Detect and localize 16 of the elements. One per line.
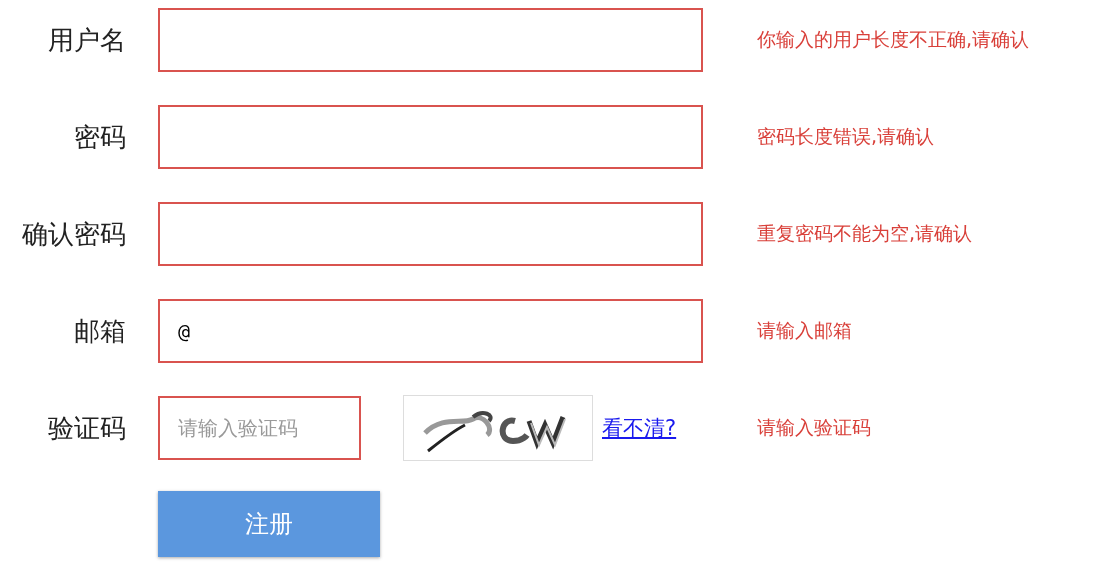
input-field[interactable] [158,105,703,169]
field-label: 邮箱 [73,314,126,348]
field-label: 验证码 [47,411,126,445]
input-field[interactable]: 请输入验证码 [158,396,361,460]
field-label: 密码 [73,120,126,154]
error-message: 请输入邮箱 [757,318,852,343]
error-message: 密码长度错误,请确认 [757,124,935,149]
field-label: 用户名 [47,23,126,57]
input-field[interactable]: @ [158,299,703,363]
error-message: 请输入验证码 [757,415,871,440]
input-field[interactable] [158,202,703,266]
error-message: 重复密码不能为空,请确认 [757,221,973,246]
field-label: 确认密码 [21,217,126,251]
error-message: 你输入的用户长度不正确,请确认 [757,27,1030,52]
input-field[interactable] [158,8,703,72]
refresh-captcha-link[interactable]: 看不清? [602,414,677,442]
